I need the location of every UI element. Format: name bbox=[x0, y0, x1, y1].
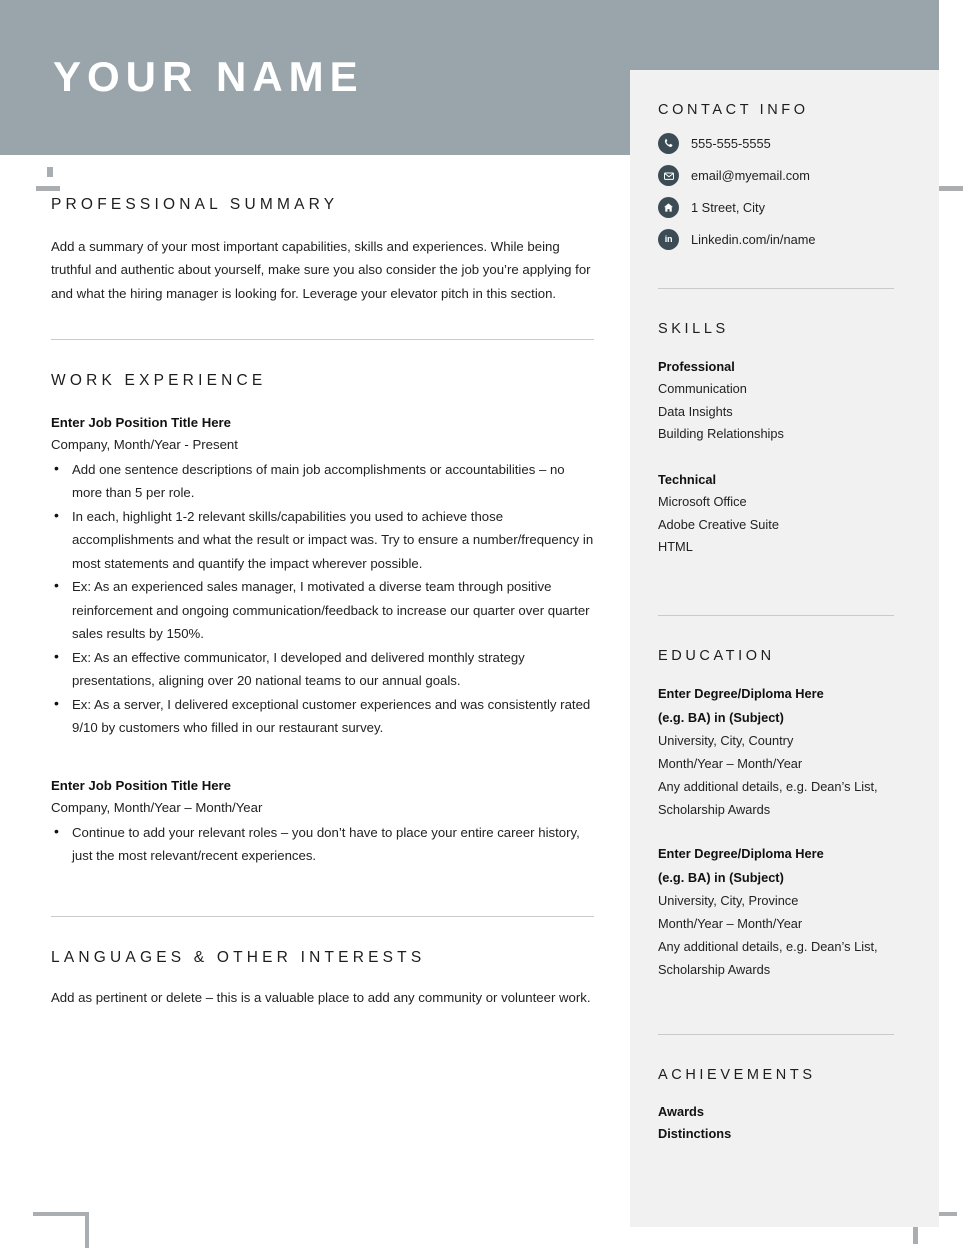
divider-after-skills bbox=[658, 614, 894, 616]
skill-item: Microsoft Office bbox=[658, 494, 747, 510]
achievement-item: Awards bbox=[658, 1103, 704, 1119]
resume-page: YOUR NAME PROFESSIONAL SUMMARY Add a sum… bbox=[0, 0, 974, 1250]
skill-item: Building Relationships bbox=[658, 426, 784, 442]
education-institution: University, City, Province bbox=[658, 893, 799, 909]
crop-mark-bottom-left bbox=[33, 1212, 85, 1248]
education-dates: Month/Year – Month/Year bbox=[658, 756, 803, 772]
job-meta: Company, Month/Year - Present bbox=[51, 436, 238, 452]
divider-after-work bbox=[51, 915, 594, 917]
contact-value-address: 1 Street, City bbox=[691, 199, 765, 215]
education-details: Any additional details, e.g. Dean’s List… bbox=[658, 779, 878, 818]
job-bullet: Continue to add your relevant roles – yo… bbox=[51, 820, 594, 868]
section-work-experience: WORK EXPERIENCE Enter Job Position Title… bbox=[51, 372, 594, 868]
divider-after-contact bbox=[658, 288, 894, 290]
skill-item: Adobe Creative Suite bbox=[658, 516, 779, 532]
sidebar-section-education: EDUCATION Enter Degree/Diploma Here (e.g… bbox=[658, 648, 908, 981]
sidebar-section-contact: CONTACT INFO 555-555-5555 email@myemail.… bbox=[658, 102, 908, 251]
skills-title: SKILLS bbox=[658, 321, 729, 338]
divider-after-education bbox=[658, 1034, 894, 1036]
skill-group: Technical Microsoft Office Adobe Creativ… bbox=[658, 469, 908, 559]
main-column: PROFESSIONAL SUMMARY Add a summary of yo… bbox=[51, 196, 594, 1010]
contact-list: 555-555-5555 email@myemail.com 1 Street,… bbox=[658, 133, 908, 251]
job-bullet: In each, highlight 1-2 relevant skills/c… bbox=[51, 504, 594, 576]
job-meta: Company, Month/Year – Month/Year bbox=[51, 799, 263, 815]
sidebar-section-achievements: ACHIEVEMENTS Awards Distinctions bbox=[658, 1067, 908, 1145]
skill-item: Communication bbox=[658, 381, 747, 397]
contact-info-title: CONTACT INFO bbox=[658, 102, 809, 118]
sidebar-content: CONTACT INFO 555-555-5555 email@myemail.… bbox=[658, 102, 908, 1146]
sidebar-section-skills: SKILLS Professional Communication Data I… bbox=[658, 321, 908, 558]
divider-after-summary bbox=[51, 339, 594, 341]
education-details: Any additional details, e.g. Dean’s List… bbox=[658, 939, 878, 978]
contact-value-email: email@myemail.com bbox=[691, 167, 810, 183]
education-entry: Enter Degree/Diploma Here (e.g. BA) in (… bbox=[658, 842, 908, 981]
work-experience-title: WORK EXPERIENCE bbox=[51, 372, 267, 390]
skill-group-title: Professional bbox=[658, 358, 735, 374]
education-degree-line2: (e.g. BA) in (Subject) bbox=[658, 709, 784, 725]
skill-item: Data Insights bbox=[658, 403, 733, 419]
job-bullets: Continue to add your relevant roles – yo… bbox=[51, 820, 594, 868]
linkedin-icon: in bbox=[658, 229, 679, 251]
sidebar: CONTACT INFO 555-555-5555 email@myemail.… bbox=[630, 70, 939, 1227]
contact-item-address[interactable]: 1 Street, City bbox=[658, 197, 908, 219]
achievements-title: ACHIEVEMENTS bbox=[658, 1067, 816, 1084]
margin-guide-tick-right bbox=[939, 186, 963, 191]
skill-item: HTML bbox=[658, 539, 693, 555]
education-dates: Month/Year – Month/Year bbox=[658, 916, 803, 932]
languages-interests-text: Add as pertinent or delete – this is a v… bbox=[51, 990, 591, 1006]
margin-guide-tick-left bbox=[36, 186, 60, 191]
home-icon bbox=[658, 197, 679, 219]
contact-item-linkedin[interactable]: in Linkedin.com/in/name bbox=[658, 229, 908, 251]
contact-item-email[interactable]: email@myemail.com bbox=[658, 165, 908, 187]
work-entry: Enter Job Position Title Here Company, M… bbox=[51, 775, 594, 868]
professional-summary-text: Add a summary of your most important cap… bbox=[51, 238, 591, 301]
education-degree-line1: Enter Degree/Diploma Here bbox=[658, 846, 824, 862]
phone-icon bbox=[658, 133, 679, 155]
education-degree-line1: Enter Degree/Diploma Here bbox=[658, 686, 824, 702]
job-bullets: Add one sentence descriptions of main jo… bbox=[51, 457, 594, 740]
education-degree-line2: (e.g. BA) in (Subject) bbox=[658, 869, 784, 885]
languages-interests-title: LANGUAGES & OTHER INTERESTS bbox=[51, 948, 426, 966]
crop-mark-bottom-left-vertical bbox=[85, 1212, 89, 1248]
job-title: Enter Job Position Title Here bbox=[51, 414, 232, 430]
education-institution: University, City, Country bbox=[658, 733, 794, 749]
job-bullet: Add one sentence descriptions of main jo… bbox=[51, 457, 594, 505]
achievements-list: Awards Distinctions bbox=[658, 1101, 908, 1146]
contact-value-linkedin: Linkedin.com/in/name bbox=[691, 231, 816, 247]
job-bullet: Ex: As an effective communicator, I deve… bbox=[51, 645, 594, 693]
achievement-item: Distinctions bbox=[658, 1126, 732, 1142]
skill-group: Professional Communication Data Insights… bbox=[658, 356, 908, 446]
education-entry: Enter Degree/Diploma Here (e.g. BA) in (… bbox=[658, 682, 908, 821]
margin-guide-tick-top bbox=[47, 167, 53, 177]
section-languages-interests: LANGUAGES & OTHER INTERESTS Add as perti… bbox=[51, 949, 594, 1010]
professional-summary-title: PROFESSIONAL SUMMARY bbox=[51, 196, 339, 213]
page-title: YOUR NAME bbox=[53, 53, 364, 100]
email-icon bbox=[658, 165, 679, 187]
contact-value-phone: 555-555-5555 bbox=[691, 135, 771, 151]
education-title: EDUCATION bbox=[658, 647, 775, 664]
work-entry: Enter Job Position Title Here Company, M… bbox=[51, 412, 594, 740]
contact-item-phone[interactable]: 555-555-5555 bbox=[658, 133, 908, 155]
job-title: Enter Job Position Title Here bbox=[51, 777, 232, 793]
skill-group-title: Technical bbox=[658, 471, 717, 487]
job-bullet: Ex: As an experienced sales manager, I m… bbox=[51, 574, 594, 646]
job-bullet: Ex: As a server, I delivered exceptional… bbox=[51, 692, 594, 740]
section-professional-summary: PROFESSIONAL SUMMARY Add a summary of yo… bbox=[51, 196, 594, 305]
